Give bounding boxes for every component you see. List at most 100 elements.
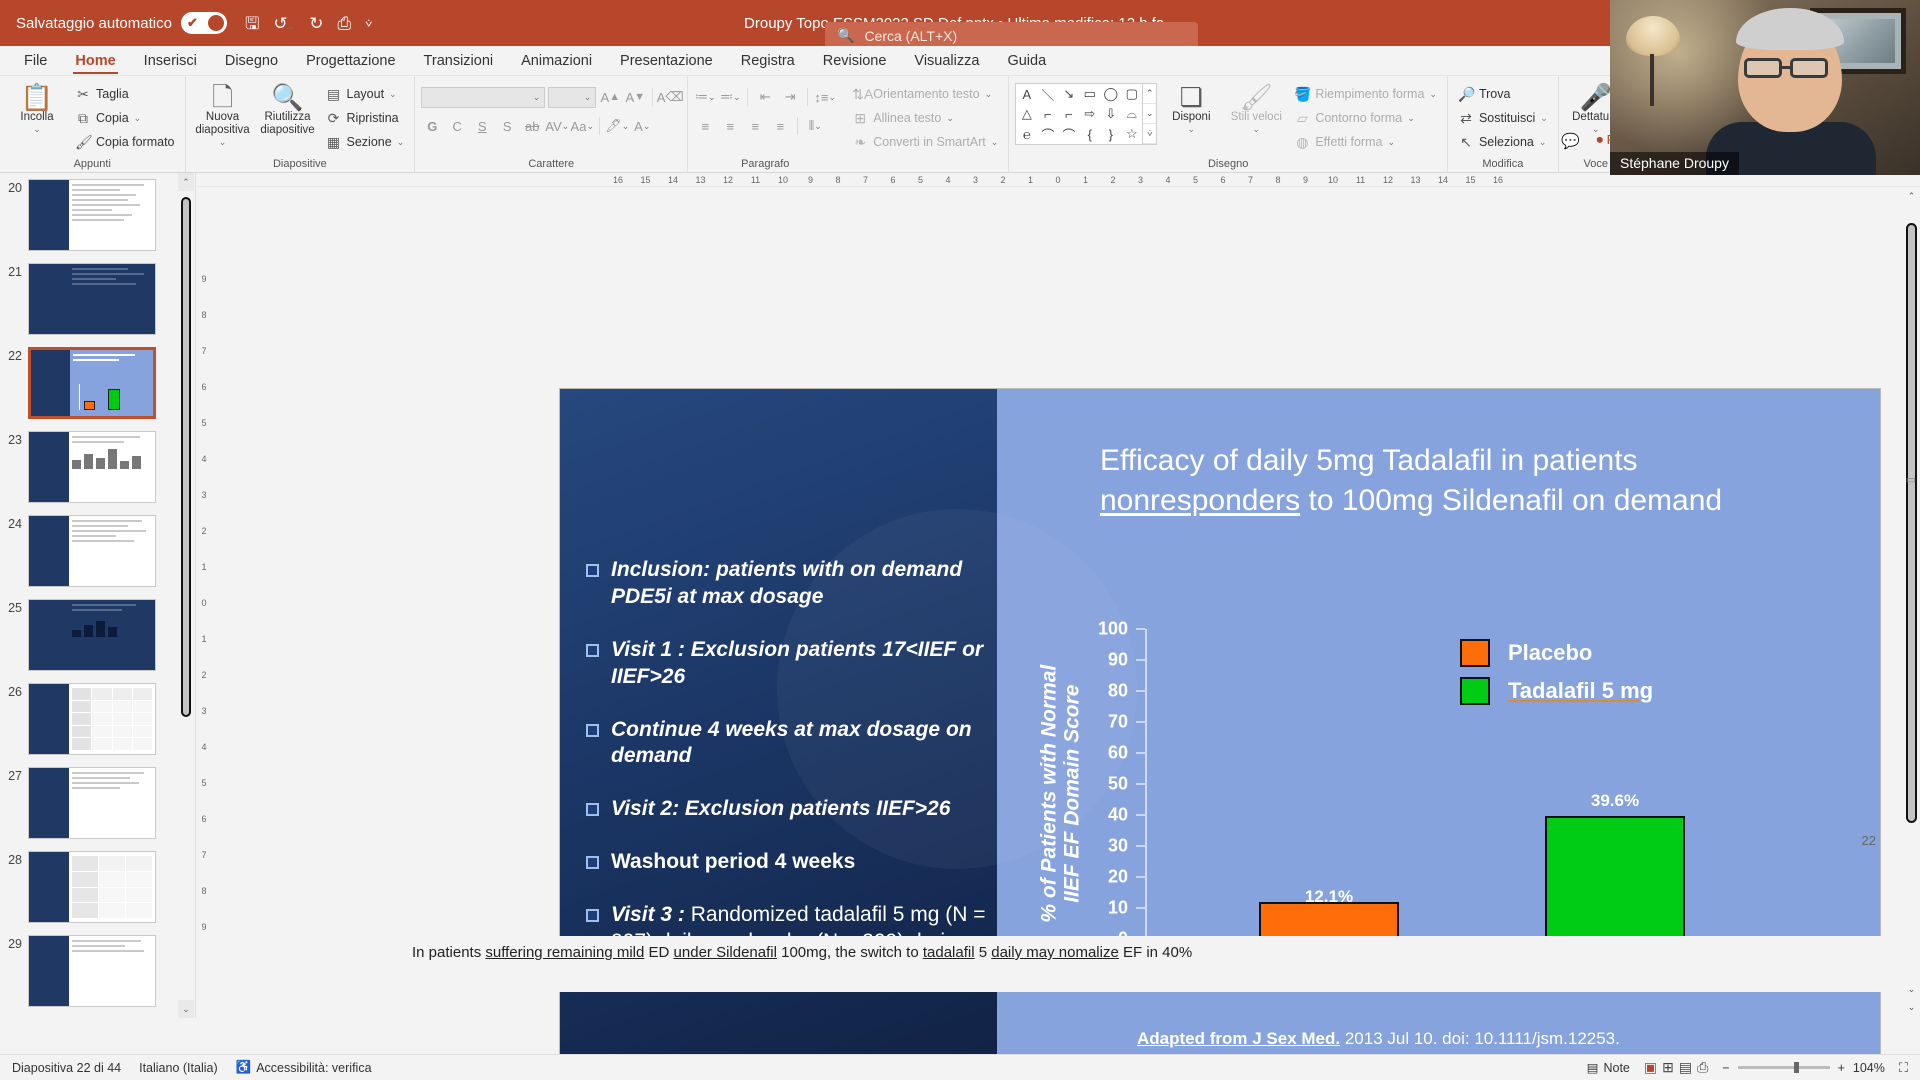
bullets-icon[interactable]: ≔ ⌄ xyxy=(694,86,716,108)
chevron-down-icon[interactable]: ⌄ xyxy=(1253,124,1261,134)
chevron-down-icon[interactable]: ⌄ xyxy=(1188,124,1196,134)
arrange-button[interactable]: ❏ Disponi ⌄ xyxy=(1160,79,1222,135)
scroll-down-icon[interactable]: ⌄ xyxy=(1143,104,1157,124)
zoom-target-icon[interactable]: ▭ xyxy=(1905,473,1917,486)
text-direction-button[interactable]: ⇅A Orientamento testo ⌄ xyxy=(848,83,1002,105)
chevron-down-icon[interactable]: ⌄ xyxy=(1429,89,1437,100)
tab-disegno[interactable]: Disegno xyxy=(211,50,292,75)
new-slide-button[interactable]: 🗋 Nuova diapositiva ⌄ xyxy=(192,79,254,148)
search-input[interactable]: Cerca (ALT+X) xyxy=(864,28,957,44)
rounded-rect-shape-icon[interactable]: ▢ xyxy=(1126,86,1138,102)
notes-button[interactable]: ▤ Note xyxy=(1587,1060,1630,1076)
webcam-video-overlay[interactable]: Stéphane Droupy xyxy=(1610,0,1920,175)
slide-title[interactable]: Efficacy of daily 5mg Tadalafil in patie… xyxy=(1100,441,1840,520)
decrease-font-size-button[interactable]: A ▼ xyxy=(624,86,646,108)
zoom-in-button[interactable]: + xyxy=(1838,1061,1845,1075)
slide-counter[interactable]: Diapositiva 22 di 44 xyxy=(12,1061,121,1075)
redo-icon[interactable]: ↻ xyxy=(309,15,323,32)
elbow-arrow-icon[interactable]: ⌐ xyxy=(1065,107,1073,122)
slide-thumbnail[interactable] xyxy=(28,179,156,251)
clear-formatting-button[interactable]: A ⌫ xyxy=(657,86,684,108)
text-shadow-button[interactable]: S xyxy=(496,115,518,137)
shape-fill-button[interactable]: 🪣 Riempimento forma ⌄ xyxy=(1290,83,1441,105)
shape-outline-button[interactable]: ▱ Contorno forma ⌄ xyxy=(1290,107,1441,129)
thumbnail-row[interactable]: 23 xyxy=(6,431,195,503)
thumbnail-row[interactable]: 25 xyxy=(6,599,195,671)
bar-placebo[interactable] xyxy=(1259,901,1399,939)
cut-button[interactable]: ✂ Taglia xyxy=(71,83,179,105)
normal-view-button[interactable]: ▣ xyxy=(1644,1059,1657,1076)
chevron-down-icon[interactable]: ⌄ xyxy=(134,113,142,124)
thumbnail-row[interactable]: 27 xyxy=(6,767,195,839)
scrollbar-thumb[interactable] xyxy=(1906,223,1917,823)
undo-icon[interactable]: ↺⌄ xyxy=(273,15,295,32)
thumbnail-row[interactable]: 26 xyxy=(6,683,195,755)
chevron-down-icon[interactable]: ⌄ xyxy=(1540,113,1548,124)
shapes-gallery-scrollbar[interactable]: ⌃ ⌄ ⩒ xyxy=(1143,83,1158,145)
tab-revisione[interactable]: Revisione xyxy=(809,50,901,75)
chevron-down-icon[interactable]: ⌄ xyxy=(1388,137,1396,148)
section-button[interactable]: ▦ Sezione ⌄ xyxy=(322,131,409,153)
convert-to-smartart-button[interactable]: ❧ Converti in SmartArt ⌄ xyxy=(848,131,1002,153)
shape-effects-button[interactable]: ◍ Effetti forma ⌄ xyxy=(1290,131,1441,153)
tab-guida[interactable]: Guida xyxy=(993,50,1060,75)
align-text-button[interactable]: ⊞ Allinea testo ⌄ xyxy=(848,107,1002,129)
chevron-down-icon[interactable]: ⌄ xyxy=(533,92,541,103)
language-indicator[interactable]: Italiano (Italia) xyxy=(139,1061,218,1075)
reuse-slides-button[interactable]: 🔍 Riutilizza diapositive xyxy=(257,79,319,137)
chevron-down-icon[interactable]: ⌄ xyxy=(584,92,592,103)
reset-button[interactable]: ⟳ Ripristina xyxy=(322,107,409,129)
autosave-toggle[interactable]: ✔ xyxy=(180,12,227,34)
paste-button[interactable]: 📋 Incolla ⌄ xyxy=(6,79,68,135)
increase-font-size-button[interactable]: A ▲ xyxy=(599,86,621,108)
scroll-up-icon[interactable]: ⌃ xyxy=(1143,84,1157,104)
copy-button[interactable]: ⧉ Copia ⌄ xyxy=(71,107,179,129)
zoom-out-button[interactable]: − xyxy=(1722,1061,1729,1075)
comments-button[interactable]: 💬 xyxy=(1561,132,1580,150)
triangle-shape-icon[interactable]: △ xyxy=(1022,106,1032,122)
fit-to-window-icon[interactable]: ⛶ xyxy=(1899,1060,1908,1076)
rectangle-shape-icon[interactable]: ▭ xyxy=(1084,86,1096,102)
find-button[interactable]: 🔎 Trova xyxy=(1454,83,1552,105)
chevron-down-icon[interactable]: ⌄ xyxy=(991,137,999,148)
elbow-connector-icon[interactable]: ⌐ xyxy=(1044,107,1052,122)
slide-thumbnail[interactable] xyxy=(28,851,156,923)
shapes-more-icon[interactable]: ⩒ xyxy=(1143,124,1157,144)
slide-thumbnail[interactable] xyxy=(28,431,156,503)
thumbnail-scrollbar[interactable]: ⌃ ⌄ xyxy=(178,173,194,1018)
slide-thumbnail[interactable] xyxy=(28,767,156,839)
shapes-gallery[interactable]: A ＼ ↘ ▭ ◯ ▢ △ ⌐ ⌐ ⇨ ⇩ ⌓ ℮ ⌒ ⌒ { } ☆ xyxy=(1015,83,1144,145)
speaker-notes-pane[interactable]: In patients suffering remaining mild ED … xyxy=(392,936,1920,992)
line-spacing-icon[interactable]: ↕≡ ⌄ xyxy=(814,86,836,108)
chevron-down-icon[interactable]: ⌄ xyxy=(985,89,993,100)
select-button[interactable]: ↖ Seleziona ⌄ xyxy=(1454,131,1552,153)
thumbnail-row[interactable]: 20 xyxy=(6,179,195,251)
columns-icon[interactable]: ⫴ ⌄ xyxy=(804,115,826,137)
italic-button[interactable]: C xyxy=(446,115,468,137)
chevron-down-icon[interactable]: ⌄ xyxy=(33,124,41,134)
zoom-slider-handle[interactable] xyxy=(1793,1062,1799,1073)
align-left-icon[interactable]: ≡ xyxy=(694,115,716,137)
next-slide-icon[interactable]: ⌄ xyxy=(1903,998,1920,1016)
line-shape-icon[interactable]: ＼ xyxy=(1041,85,1054,104)
arc-shape-icon[interactable]: ⌒ xyxy=(1062,125,1075,144)
citation-link[interactable]: Adapted from J Sex Med. xyxy=(1137,1029,1340,1048)
down-arrow-shape-icon[interactable]: ⇩ xyxy=(1105,106,1116,122)
slide-citation[interactable]: Adapted from J Sex Med. 2013 Jul 10. doi… xyxy=(1137,1029,1620,1049)
slideshow-view-button[interactable]: ⎙ xyxy=(1697,1059,1708,1076)
chevron-down-icon[interactable]: ⌄ xyxy=(389,89,397,100)
thumbnail-row[interactable]: 21 xyxy=(6,263,195,335)
tab-animazioni[interactable]: Animazioni xyxy=(507,50,606,75)
tab-home[interactable]: Home xyxy=(61,50,129,75)
left-brace-shape-icon[interactable]: { xyxy=(1088,127,1092,142)
accessibility-checker[interactable]: ♿ Accessibilità: verifica xyxy=(236,1060,372,1075)
editor-scrollbar[interactable]: ⌃ ⌄ ⌄ xyxy=(1903,187,1920,1018)
search-box[interactable]: 🔍 Cerca (ALT+X) xyxy=(825,22,1198,49)
scribble-shape-icon[interactable]: ℮ xyxy=(1023,127,1031,142)
start-slideshow-icon[interactable]: ⎙ xyxy=(337,15,351,32)
zoom-slider-track[interactable] xyxy=(1737,1062,1830,1073)
chevron-down-icon[interactable]: ⌄ xyxy=(946,113,954,124)
zoom-level-label[interactable]: 104% xyxy=(1853,1061,1885,1075)
scroll-down-icon[interactable]: ⌄ xyxy=(1903,980,1920,998)
chevron-down-icon[interactable]: ⌄ xyxy=(1539,137,1547,148)
